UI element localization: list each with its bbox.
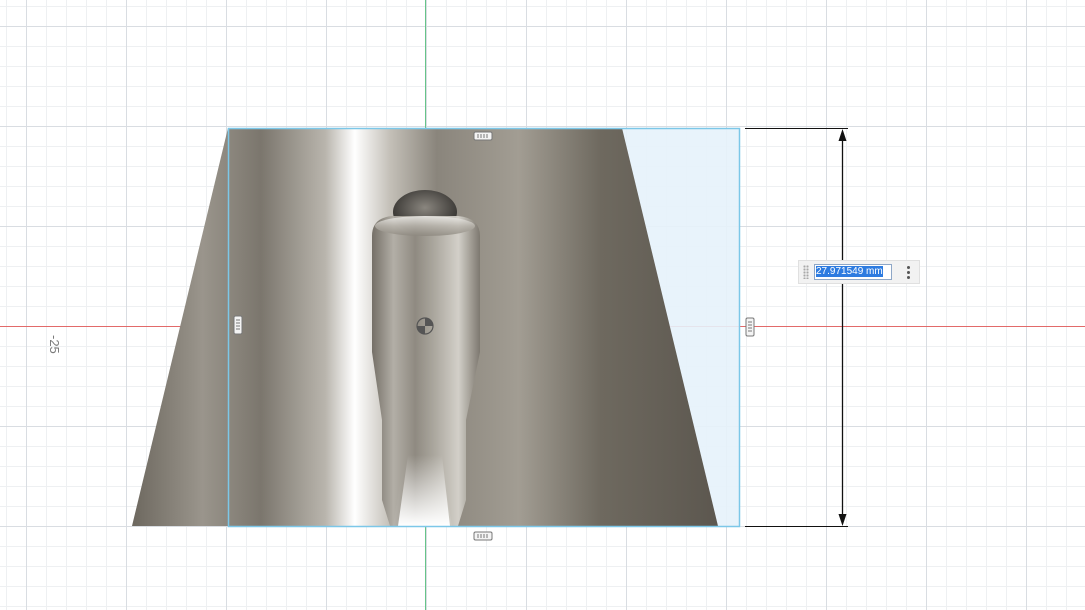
handle-left[interactable] (233, 315, 243, 335)
more-vertical-icon[interactable] (902, 264, 914, 280)
canvas-viewport[interactable]: -25 27.971549 mm (0, 0, 1085, 610)
drag-grip-icon[interactable] (803, 265, 809, 279)
grid-axis-label: -25 (47, 335, 62, 354)
origin-marker-icon (416, 317, 434, 335)
handle-right[interactable] (745, 317, 755, 337)
tube-cap (375, 216, 475, 236)
dimension-value-input[interactable]: 27.971549 mm (814, 264, 892, 280)
model-scene (0, 0, 1085, 610)
dimension-value-text: 27.971549 mm (816, 266, 883, 277)
handle-bottom[interactable] (473, 531, 493, 541)
dimension-input-box: 27.971549 mm (798, 260, 920, 284)
handle-top[interactable] (473, 131, 493, 141)
dimension-line[interactable] (745, 128, 848, 527)
